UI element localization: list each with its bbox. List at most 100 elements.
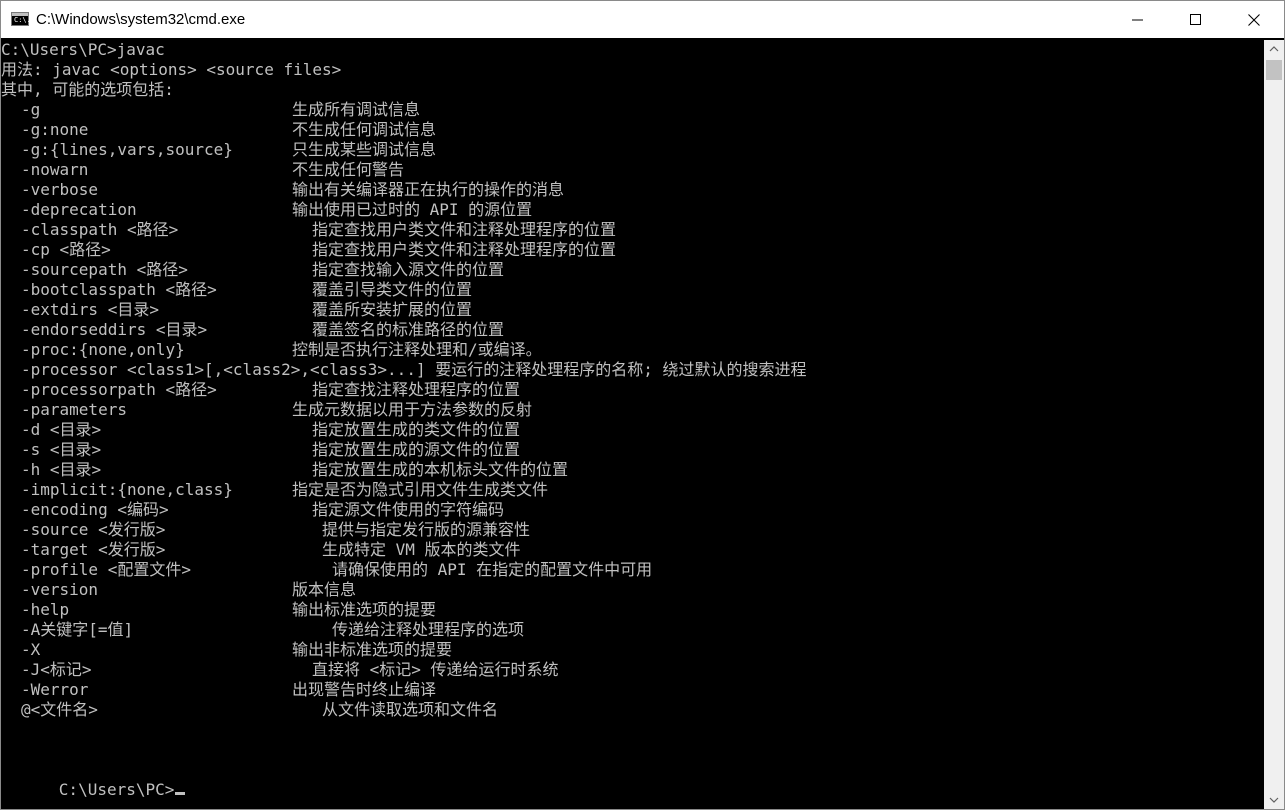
option-flag: -encoding <编码> [21,500,169,519]
console-prompt-line[interactable]: C:\Users\PC> [1,760,186,799]
option-description: 指定放置生成的类文件的位置 [312,420,521,439]
option-line: -Werror 出现警告时终止编译 [1,680,1263,700]
scroll-up-arrow-icon [1269,46,1279,52]
scrollbar-thumb[interactable] [1266,60,1282,80]
option-line: -sourcepath <路径> 指定查找输入源文件的位置 [1,260,1263,280]
option-line: -endorseddirs <目录> 覆盖签名的标准路径的位置 [1,320,1263,340]
option-line: -g 生成所有调试信息 [1,100,1263,120]
console-line-usage: 用法: javac <options> <source files> [1,60,342,79]
option-line: -bootclasspath <路径> 覆盖引导类文件的位置 [1,280,1263,300]
option-description: 请确保使用的 API 在指定的配置文件中可用 [332,560,653,579]
option-description: 提供与指定发行版的源兼容性 [322,520,531,539]
option-line: -verbose 输出有关编译器正在执行的操作的消息 [1,180,1263,200]
option-description: 只生成某些调试信息 [292,140,437,159]
option-flag: -A关键字[=值] [21,620,134,639]
console-line-options-heading: 其中, 可能的选项包括: [1,80,174,99]
option-line: -h <目录> 指定放置生成的本机标头文件的位置 [1,460,1263,480]
option-flag: -target <发行版> [21,540,166,559]
option-flag: @<文件名> [21,700,98,719]
option-flag: -bootclasspath <路径> [21,280,217,299]
console-output[interactable]: C:\Users\PC>javac 用法: javac <options> <s… [1,40,1263,809]
option-description: 从文件读取选项和文件名 [322,700,499,719]
option-line: -classpath <路径> 指定查找用户类文件和注释处理程序的位置 [1,220,1263,240]
option-description: 传递给注释处理程序的选项 [332,620,525,639]
option-flag: -g:{lines,vars,source} [21,140,233,159]
option-description: 指定查找用户类文件和注释处理程序的位置 [312,220,617,239]
console-prompt: C:\Users\PC> [58,780,175,799]
vertical-scrollbar[interactable] [1264,40,1284,809]
option-flag: -proc:{none,only} [21,340,185,359]
option-line: -version 版本信息 [1,580,1263,600]
text-cursor [175,792,186,795]
option-flag: -version [21,580,99,599]
option-flag: -g:none [21,120,89,139]
option-flag: -endorseddirs <目录> [21,320,208,339]
option-description: 输出有关编译器正在执行的操作的消息 [292,180,565,199]
option-flag: -extdirs <目录> [21,300,159,319]
option-description: 指定查找注释处理程序的位置 [312,380,521,399]
option-flag: -J<标记> [21,660,92,679]
option-line: -s <目录> 指定放置生成的源文件的位置 [1,440,1263,460]
option-description: 直接将 <标记> 传递给运行时系统 [312,660,559,679]
option-description: 覆盖签名的标准路径的位置 [312,320,505,339]
cmd-window: C:\. C:\Windows\system32\cmd.exe C:\User… [0,0,1285,810]
option-line: -target <发行版> 生成特定 VM 版本的类文件 [1,540,1263,560]
option-flag: -g [21,100,41,119]
option-line: -g:none 不生成任何调试信息 [1,120,1263,140]
option-line: @<文件名> 从文件读取选项和文件名 [1,700,1263,720]
option-line: -J<标记> 直接将 <标记> 传递给运行时系统 [1,660,1263,680]
option-description: 指定查找输入源文件的位置 [312,260,505,279]
option-line: -cp <路径> 指定查找用户类文件和注释处理程序的位置 [1,240,1263,260]
option-flag: -help [21,600,70,619]
option-description: 输出非标准选项的提要 [292,640,453,659]
title-bar[interactable]: C:\. C:\Windows\system32\cmd.exe [1,1,1284,38]
cmd-app-icon-text: C:\. [14,16,31,24]
option-line: -processorpath <路径> 指定查找注释处理程序的位置 [1,380,1263,400]
option-flag: -processor <class1>[,<class2>,<class3>..… [21,360,807,379]
option-description: 生成所有调试信息 [292,100,421,119]
console-line-command: C:\Users\PC>javac [1,40,165,59]
option-description: 控制是否执行注释处理和/或编译。 [292,340,542,359]
option-description: 出现警告时终止编译 [292,680,437,699]
option-flag: -d <目录> [21,420,102,439]
option-line: -profile <配置文件> 请确保使用的 API 在指定的配置文件中可用 [1,560,1263,580]
option-description: 覆盖引导类文件的位置 [312,280,473,299]
option-flag: -cp <路径> [21,240,111,259]
option-flag: -classpath <路径> [21,220,179,239]
option-line: -proc:{none,only} 控制是否执行注释处理和/或编译。 [1,340,1263,360]
minimize-icon [1132,19,1143,21]
scroll-down-arrow-icon [1269,797,1279,803]
close-button[interactable] [1225,1,1283,38]
option-line: -nowarn 不生成任何警告 [1,160,1263,180]
option-flag: -Werror [21,680,89,699]
option-description: 指定查找用户类文件和注释处理程序的位置 [312,240,617,259]
option-line: -deprecation 输出使用已过时的 API 的源位置 [1,200,1263,220]
option-description: 输出使用已过时的 API 的源位置 [292,200,533,219]
option-flag: -source <发行版> [21,520,166,539]
maximize-icon [1190,14,1201,25]
option-flag: -X [21,640,41,659]
option-description: 不生成任何调试信息 [292,120,437,139]
scroll-down-button[interactable] [1264,791,1284,809]
option-description: 不生成任何警告 [292,160,405,179]
option-flag: -verbose [21,180,99,199]
window-title: C:\Windows\system32\cmd.exe [36,11,246,28]
option-description: 输出标准选项的提要 [292,600,437,619]
scroll-up-button[interactable] [1264,40,1284,58]
option-flag: -deprecation [21,200,137,219]
option-flag: -profile <配置文件> [21,560,191,579]
option-line: -X 输出非标准选项的提要 [1,640,1263,660]
option-description: 生成特定 VM 版本的类文件 [322,540,521,559]
cmd-app-icon[interactable]: C:\. [11,12,31,26]
option-flag: -s <目录> [21,440,102,459]
option-flag: -h <目录> [21,460,102,479]
option-description: 版本信息 [292,580,357,599]
minimize-button[interactable] [1109,1,1167,38]
option-line: -d <目录> 指定放置生成的类文件的位置 [1,420,1263,440]
option-flag: -implicit:{none,class} [21,480,233,499]
option-description: 指定是否为隐式引用文件生成类文件 [292,480,549,499]
option-description: 指定放置生成的本机标头文件的位置 [312,460,569,479]
option-line: -processor <class1>[,<class2>,<class3>..… [1,360,1263,380]
maximize-button[interactable] [1167,1,1225,38]
option-description: 覆盖所安装扩展的位置 [312,300,473,319]
